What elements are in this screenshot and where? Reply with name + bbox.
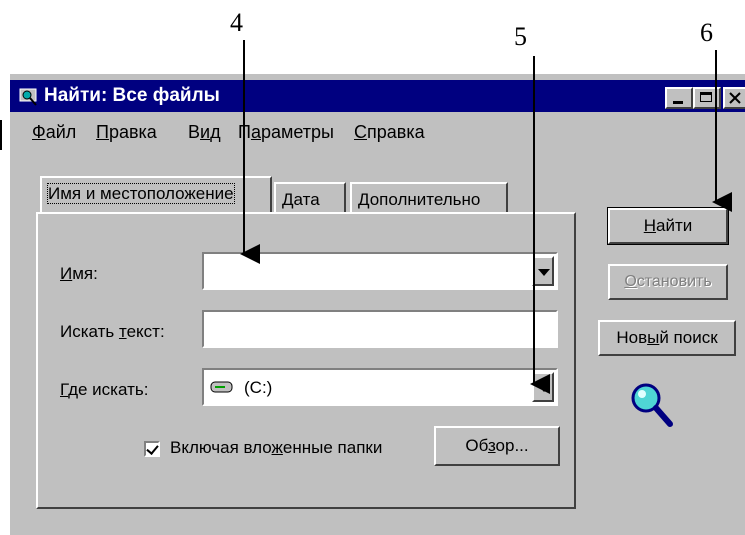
find-button[interactable]: Найти	[607, 207, 729, 245]
minimize-button[interactable]	[665, 87, 693, 109]
new-search-button[interactable]: Новый поиск	[598, 320, 736, 356]
name-label: Имя:	[60, 264, 98, 283]
callout-6: 6	[700, 18, 713, 47]
menu-bar: Файл Правка Вид Параметры Справка	[10, 118, 745, 146]
menu-params[interactable]: Параметры	[238, 122, 334, 143]
tab-date[interactable]: Дата	[274, 182, 346, 212]
tab-advanced[interactable]: Дополнительно	[350, 182, 508, 212]
menu-view[interactable]: Вид	[188, 122, 221, 143]
window-title: Найти: Все файлы	[44, 85, 220, 106]
title-bar: Найти: Все файлы	[10, 80, 745, 112]
menu-edit[interactable]: Правка	[96, 122, 157, 143]
include-subfolders-checkbox[interactable]	[144, 441, 160, 457]
look-in-dropdown-button[interactable]	[532, 372, 554, 402]
close-button[interactable]	[723, 87, 745, 109]
search-text-input[interactable]	[202, 310, 558, 348]
maximize-button[interactable]	[693, 87, 721, 109]
menu-file[interactable]: Файл	[32, 122, 76, 143]
magnifier-icon	[631, 383, 673, 427]
menu-help[interactable]: Справка	[354, 122, 425, 143]
hard-drive-icon	[210, 381, 233, 393]
search-window-icon	[19, 88, 37, 106]
callout-4: 4	[230, 8, 243, 37]
close-icon	[729, 92, 741, 104]
maximize-icon	[700, 92, 712, 102]
minimize-icon	[673, 101, 683, 104]
left-edge-line	[0, 120, 2, 150]
browse-button[interactable]: Обзор...	[434, 426, 560, 466]
search-text-label: Искать текст:	[60, 322, 165, 341]
name-dropdown-button[interactable]	[532, 256, 554, 286]
include-subfolders-label: Включая вложенные папки	[170, 438, 383, 457]
name-combobox[interactable]	[202, 252, 558, 290]
callout-5: 5	[514, 22, 527, 51]
find-window: Найти: Все файлы Файл Правка Вид Парамет…	[10, 74, 745, 535]
look-in-combobox[interactable]: (C:)	[202, 368, 558, 406]
look-in-label: Где искать:	[60, 380, 149, 399]
stop-button[interactable]: Остановить	[608, 264, 728, 300]
tab-name-location[interactable]: Имя и местоположение	[40, 176, 272, 214]
look-in-value: (C:)	[244, 378, 273, 397]
